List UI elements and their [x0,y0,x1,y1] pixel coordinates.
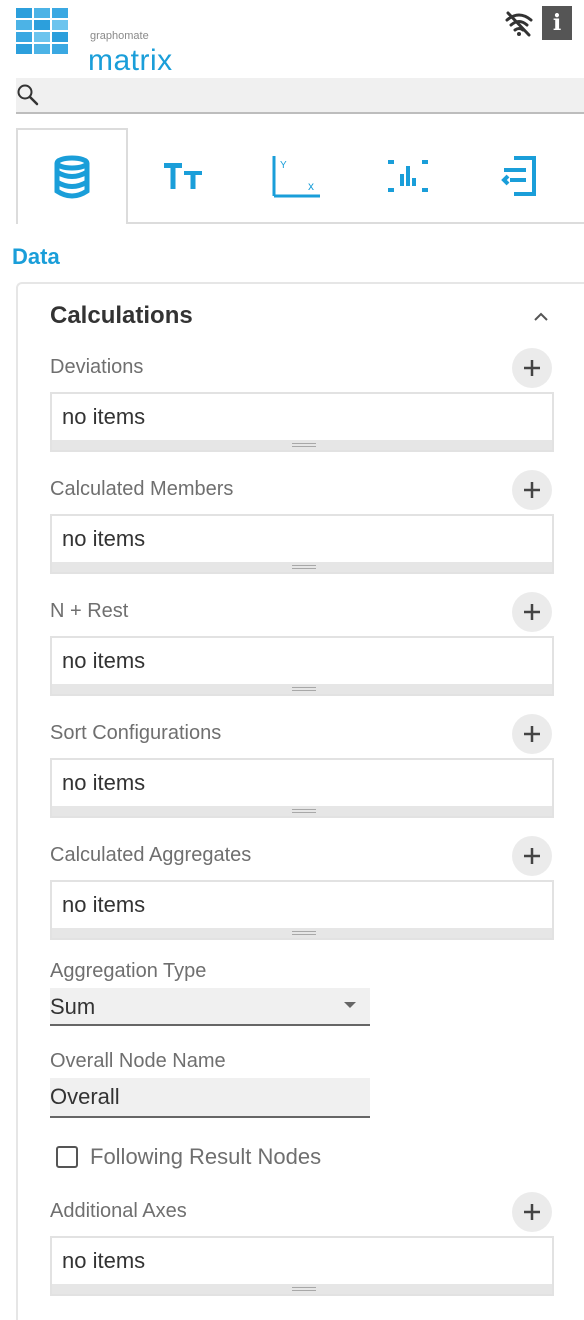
plus-icon [524,360,540,376]
logo-small-text: graphomate [90,30,149,42]
tab-layout[interactable] [352,128,464,224]
add-calculated-member-button[interactable] [512,470,552,510]
aggregation-type-label: Aggregation Type [50,960,207,982]
add-additional-axis-button[interactable] [512,1192,552,1232]
n-rest-list[interactable]: no items [50,636,554,696]
resize-handle[interactable] [52,684,552,694]
list-empty-text: no items [62,892,146,917]
plus-icon [524,848,540,864]
resize-handle[interactable] [52,928,552,938]
deviations-list[interactable]: no items [50,392,554,452]
logo-big-text: matrix [88,44,173,77]
overall-node-name-label: Overall Node Name [50,1050,226,1072]
text-format-icon [164,163,202,189]
calculations-panel: Calculations Deviations no items Calcula… [16,282,584,1320]
add-n-rest-button[interactable] [512,592,552,632]
tab-axes[interactable]: Y x [240,128,352,224]
plus-icon [524,482,540,498]
search-bar [16,78,584,114]
app-header: graphomate matrix i [0,0,584,118]
graphomate-logo: graphomate matrix [16,8,196,76]
plus-icon [524,726,540,742]
axis-chart-icon: Y x [272,156,320,198]
plus-icon [524,604,540,620]
calculated-aggregates-label: Calculated Aggregates [50,844,252,866]
sort-configurations-label: Sort Configurations [50,722,222,744]
list-empty-text: no items [62,404,146,429]
list-empty-text: no items [62,648,146,673]
aggregation-type-select[interactable]: Sum [50,988,370,1026]
additional-axes-list[interactable]: no items [50,1236,554,1296]
grip-icon [292,443,316,447]
tab-bar: Y x [16,128,584,224]
svg-text:Y: Y [280,160,287,171]
resize-handle[interactable] [52,562,552,572]
svg-text:x: x [308,179,314,193]
overall-node-name-input[interactable] [50,1078,370,1118]
add-deviation-button[interactable] [512,348,552,388]
tab-export[interactable] [464,128,576,224]
tab-divider [128,222,584,224]
grip-icon [292,931,316,935]
tab-text[interactable] [128,128,240,224]
database-icon [54,155,90,199]
grip-icon [292,687,316,691]
list-empty-text: no items [62,1248,146,1273]
grip-icon [292,565,316,569]
add-sort-configuration-button[interactable] [512,714,552,754]
calculated-members-list[interactable]: no items [50,514,554,574]
add-calculated-aggregate-button[interactable] [512,836,552,876]
search-input[interactable] [46,78,576,112]
following-result-nodes-label: Following Result Nodes [90,1144,322,1169]
info-icon[interactable]: i [542,6,572,40]
aggregation-type-value: Sum [50,994,96,1019]
caret-down-icon [344,1002,356,1008]
resize-handle[interactable] [52,1284,552,1294]
additional-axes-label: Additional Axes [50,1200,187,1222]
deviations-label: Deviations [50,356,144,378]
calculated-members-label: Calculated Members [50,478,234,500]
tab-data[interactable] [16,128,128,224]
chevron-up-icon[interactable] [530,306,552,328]
wifi-off-icon[interactable] [504,10,534,38]
following-result-nodes-checkbox[interactable] [56,1146,78,1168]
chart-frame-icon [388,160,428,192]
list-empty-text: no items [62,526,146,551]
n-rest-label: N + Rest [50,600,129,622]
export-icon [501,156,536,196]
calculated-aggregates-list[interactable]: no items [50,880,554,940]
plus-icon [524,1204,540,1220]
grip-icon [292,809,316,813]
logo-grid-icon [16,8,68,54]
resize-handle[interactable] [52,440,552,450]
following-result-nodes-row[interactable]: Following Result Nodes [56,1142,321,1172]
list-empty-text: no items [62,770,146,795]
resize-handle[interactable] [52,806,552,816]
panel-title: Calculations [50,302,193,329]
section-title: Data [12,244,60,269]
search-icon [17,84,39,106]
grip-icon [292,1287,316,1291]
info-label: i [552,10,562,36]
sort-configurations-list[interactable]: no items [50,758,554,818]
